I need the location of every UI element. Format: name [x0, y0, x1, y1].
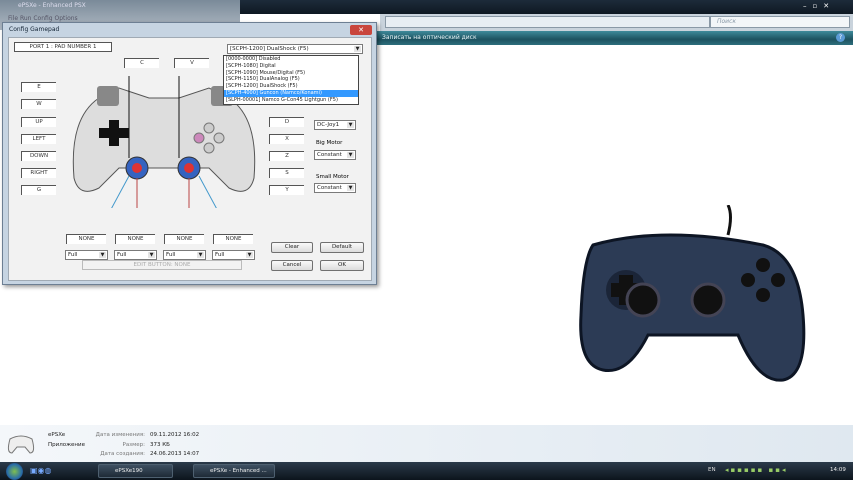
details-pane: ePSXe Приложение Дата изменения: 09.11.2…	[0, 425, 853, 463]
analog-key[interactable]: NONE	[115, 234, 155, 244]
dropdown-option[interactable]: [0000-0000] Disabled	[224, 56, 358, 63]
key-down[interactable]: DOWN	[21, 151, 56, 161]
default-button[interactable]: Default	[320, 242, 364, 253]
key-left[interactable]: LEFT	[21, 134, 56, 144]
pad-type-select[interactable]: [SCPH-1200] DualShock (F5) ▼	[227, 44, 363, 54]
address-input[interactable]	[385, 16, 710, 28]
modified-label: Дата изменения:	[95, 432, 145, 438]
big-motor-label: Big Motor	[316, 140, 343, 146]
analog-mode-select[interactable]: Full ▼	[212, 250, 255, 260]
window-title: ePSXe - Enhanced PSX	[18, 2, 86, 9]
device-select[interactable]: DC-Joy1 ▼	[314, 120, 356, 130]
search-input[interactable]: Поиск	[710, 16, 850, 28]
created-value: 24.06.2013 14:07	[150, 451, 200, 457]
analog-mode-select[interactable]: Full ▼	[114, 250, 157, 260]
file-type: Приложение	[48, 442, 85, 448]
close-button[interactable]: ✕	[350, 25, 372, 35]
analog-mode-select[interactable]: Full ▼	[163, 250, 206, 260]
key-start[interactable]: Y	[269, 185, 304, 195]
key-select[interactable]: G	[21, 185, 56, 195]
gamepad-file-icon	[7, 435, 35, 454]
key-c[interactable]: C	[124, 58, 159, 68]
dropdown-option[interactable]: [SCPH-1080] Digital	[224, 63, 358, 70]
command-bar: Записать на оптический диск	[370, 31, 853, 45]
taskbar-item-epsxe[interactable]: ePSXe - Enhanced ...	[193, 464, 275, 478]
key-square[interactable]: X	[269, 134, 304, 144]
cancel-button[interactable]: Cancel	[271, 260, 313, 271]
start-button[interactable]	[6, 463, 23, 480]
key-right[interactable]: RIGHT	[21, 168, 56, 178]
dropdown-option[interactable]: [SCPH-1200] DualShock (F5)	[224, 83, 358, 90]
dropdown-option[interactable]: [SLPH-00001] Namco G-Con45 Lightgun (F5)	[224, 97, 358, 104]
key-cross[interactable]: S	[269, 168, 304, 178]
port-label: PORT 1 : PAD NUMBER 1	[14, 42, 112, 52]
big-motor-select[interactable]: Constant ▼	[314, 150, 356, 160]
language-indicator[interactable]: EN	[708, 467, 716, 473]
dropdown-option[interactable]: [SCPH-1090] Mouse/Digital (F5)	[224, 70, 358, 77]
small-motor-label: Small Motor	[316, 174, 349, 180]
window-controls[interactable]: –▫✕	[803, 2, 847, 12]
size-value: 373 КБ	[150, 442, 170, 448]
gamepad-photo	[579, 205, 806, 382]
clear-button[interactable]: Clear	[271, 242, 313, 253]
modified-value: 09.11.2012 16:02	[150, 432, 200, 438]
analog-key[interactable]: NONE	[164, 234, 204, 244]
key-triangle[interactable]: D	[269, 117, 304, 127]
analog-mode-select[interactable]: Full ▼	[65, 250, 108, 260]
key-up[interactable]: UP	[21, 117, 56, 127]
ok-button[interactable]: OK	[320, 260, 364, 271]
key-l1[interactable]: W	[21, 99, 56, 109]
key-v[interactable]: V	[174, 58, 209, 68]
pad-type-dropdown-list: [0000-0000] Disabled [SCPH-1080] Digital…	[223, 55, 359, 105]
edit-button-status: EDIT BUTTON: NONE	[82, 260, 242, 270]
help-icon[interactable]: ?	[836, 33, 845, 42]
size-label: Размер:	[122, 442, 146, 448]
quick-launch-icons[interactable]: ▣◉◍	[30, 466, 60, 476]
created-label: Дата создания:	[100, 451, 145, 457]
tray-icons[interactable]: ◂▪▪▪▪▪ ▪▪◂	[725, 466, 815, 476]
clock[interactable]: 14:09	[830, 467, 846, 473]
analog-key[interactable]: NONE	[213, 234, 253, 244]
chevron-down-icon: ▼	[354, 46, 361, 52]
menu-bar[interactable]: File Run Config Options	[8, 15, 78, 22]
key-circle[interactable]: Z	[269, 151, 304, 161]
small-motor-select[interactable]: Constant ▼	[314, 183, 356, 193]
dropdown-option-highlighted[interactable]: [SCPH-4000] Guncon (Namco/Konami)	[224, 89, 358, 97]
dialog-title: Config Gamepad	[9, 26, 60, 33]
burn-disc-button[interactable]: Записать на оптический диск	[382, 34, 477, 41]
analog-key[interactable]: NONE	[66, 234, 106, 244]
dropdown-option[interactable]: [SCPH-1150] DualAnalog (F5)	[224, 76, 358, 83]
taskbar-item-folder[interactable]: ePSXe190	[98, 464, 173, 478]
key-l2[interactable]: E	[21, 82, 56, 92]
taskbar: ▣◉◍ ePSXe190 ePSXe - Enhanced ... EN ◂▪▪…	[0, 462, 853, 480]
file-name: ePSXe	[48, 432, 66, 438]
